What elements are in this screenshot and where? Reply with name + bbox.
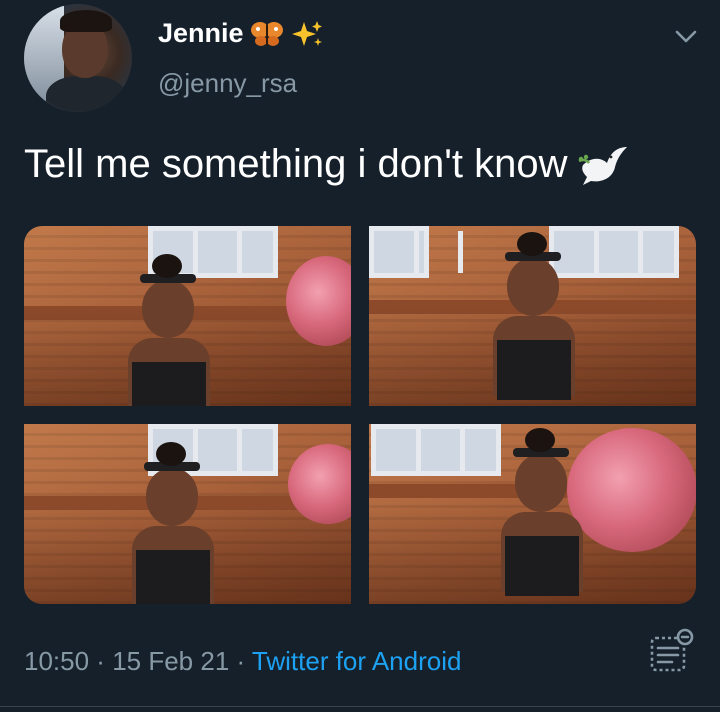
photo-1[interactable] — [24, 226, 351, 406]
meta-separator: · — [229, 646, 252, 676]
chevron-down-icon[interactable] — [672, 22, 700, 50]
butterfly-emoji-icon — [250, 21, 283, 46]
analytics-icon[interactable] — [648, 628, 696, 676]
divider — [0, 706, 720, 707]
tweet-text: Tell me something i don't know — [24, 142, 568, 186]
tweet-time[interactable]: 10:50 — [24, 646, 89, 676]
tweet-date[interactable]: 15 Feb 21 — [112, 646, 229, 676]
tweet-meta: 10:50 · 15 Feb 21 · Twitter for Android — [24, 646, 461, 677]
author-handle[interactable]: @jenny_rsa — [158, 68, 297, 99]
author-name-row[interactable]: Jennie — [158, 18, 324, 49]
avatar[interactable] — [24, 4, 132, 112]
dove-emoji-icon — [578, 146, 628, 185]
photo-3[interactable] — [24, 424, 351, 604]
meta-separator: · — [89, 646, 113, 676]
author-name[interactable]: Jennie — [158, 18, 244, 49]
tweet-source-link[interactable]: Twitter for Android — [252, 646, 462, 676]
tweet-text-row: Tell me something i don't know — [24, 142, 629, 187]
sparkles-emoji-icon — [291, 20, 322, 46]
media-grid — [24, 226, 696, 604]
photo-4[interactable] — [369, 424, 696, 604]
photo-2[interactable] — [369, 226, 696, 406]
